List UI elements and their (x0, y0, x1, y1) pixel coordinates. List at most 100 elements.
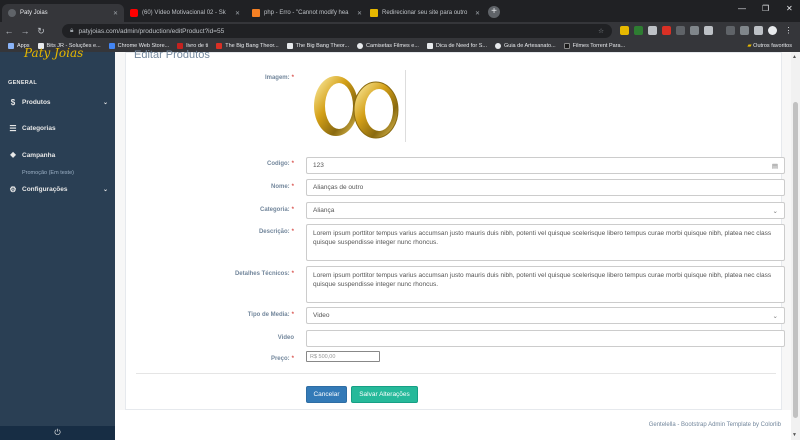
bookmark-item[interactable]: The Big Bang Theor... (286, 43, 349, 49)
bookmark-item[interactable]: Guia de Artesanato... (494, 43, 556, 49)
sidebar-item-categorias[interactable]: ☰ Categorias (8, 124, 108, 133)
tab-strip: Paty Joias ✕ (60) Vídeo Motivacional 02 … (0, 0, 800, 22)
bookmark-icon (494, 43, 501, 49)
bookmark-label: Guia de Artesanato... (503, 43, 556, 49)
extension-icon[interactable] (620, 26, 629, 35)
bookmarks-bar: Apps Bits JR - Soluções e... Chrome Web … (0, 40, 800, 52)
descricao-textarea[interactable]: Lorem ipsum porttitor tempus varius accu… (306, 224, 785, 261)
scrollbar-thumb[interactable] (793, 102, 798, 418)
detalhes-value: Lorem ipsum porttitor tempus varius accu… (313, 272, 772, 288)
required-mark: * (291, 207, 294, 213)
scroll-down-icon[interactable]: ▼ (792, 432, 797, 438)
tab-title: php - Erro - "Cannot modify hea (264, 10, 349, 16)
tab-title: (60) Vídeo Motivacional 02 - Sk (142, 10, 226, 16)
save-button[interactable]: Salvar Alterações (351, 386, 418, 403)
avatar[interactable] (768, 26, 777, 35)
forward-icon[interactable]: → (18, 26, 32, 36)
close-icon[interactable]: ✕ (231, 10, 240, 17)
browser-tab-3[interactable]: php - Erro - "Cannot modify hea ✕ (246, 4, 368, 22)
sidebar-item-configuracoes[interactable]: ⚙ Configurações ⌄ (8, 185, 108, 194)
codigo-label: Codigo: * (126, 161, 294, 167)
tipo-media-select[interactable]: Video ⌄ (306, 307, 785, 324)
power-icon: ⏻ (54, 428, 61, 437)
preco-input[interactable]: R$ 500,00 (306, 351, 380, 362)
extension-icon[interactable] (690, 26, 699, 35)
close-icon[interactable]: ✕ (471, 10, 480, 17)
brand-logo[interactable]: Paty Joias (24, 46, 83, 60)
url-text: patyjoias.com/admin/production/editProdu… (78, 27, 225, 35)
bookmark-icon (426, 43, 433, 49)
preco-label: Preço: * (126, 356, 294, 362)
detalhes-textarea[interactable]: Lorem ipsum porttitor tempus varius accu… (306, 266, 785, 303)
close-icon[interactable]: ✕ (109, 10, 118, 17)
extension-icon[interactable] (726, 26, 735, 35)
chevron-down-icon: ⌄ (772, 312, 778, 320)
video-label: Video (126, 335, 294, 341)
sidebar-item-produtos[interactable]: $ Produtos ⌄ (8, 98, 108, 107)
bookmark-label: Filmes Torrent Para... (572, 43, 626, 49)
bookmark-item[interactable]: Dica de Need for S... (426, 43, 487, 49)
extension-icon[interactable] (634, 26, 643, 35)
label-text: Categoria: (259, 207, 290, 213)
gear-icon: ⚙ (9, 185, 17, 194)
required-mark: * (291, 271, 294, 277)
page-footer: Gentelella - Bootstrap Admin Template by… (115, 410, 791, 440)
tab-title: Redirecionar seu site para outro (382, 10, 468, 16)
descricao-value: Lorem ipsum porttitor tempus varius accu… (313, 230, 772, 246)
bookmark-item[interactable]: Camisetas Filmes e... (357, 43, 419, 49)
required-mark: * (291, 161, 294, 167)
browser-tab-2[interactable]: (60) Vídeo Motivacional 02 - Sk ✕ (124, 4, 246, 22)
other-bookmarks-label: Outros favoritos (753, 43, 792, 49)
bookmark-icon (357, 43, 364, 49)
edit-product-panel: Editar Produtos Imagem: * Codigo: * 123 ▤ … (125, 49, 785, 410)
extension-icon[interactable] (740, 26, 749, 35)
address-bar[interactable]: 🔒︎ patyjoias.com/admin/production/editPr… (62, 24, 612, 38)
product-image[interactable] (306, 70, 406, 142)
categoria-value: Aliança (313, 207, 335, 214)
required-mark: * (291, 312, 294, 318)
other-bookmarks[interactable]: ▰ Outros favoritos (747, 43, 792, 49)
label-text: Imagem: (264, 75, 290, 81)
window-close-icon[interactable]: ✕ (786, 4, 793, 13)
categoria-select[interactable]: Aliança ⌄ (306, 202, 785, 219)
nome-value: Alianças de outro (313, 184, 364, 191)
extension-icon[interactable] (662, 26, 671, 35)
required-mark: * (291, 229, 294, 235)
minimize-icon[interactable]: — (738, 4, 746, 13)
back-icon[interactable]: ← (2, 26, 16, 36)
sidebar-item-campanha[interactable]: ⬥ Campanha (8, 150, 108, 160)
tag-icon: ⬥ (10, 150, 16, 159)
gold-rings-image (314, 76, 399, 139)
youtube-icon (130, 9, 138, 17)
browser-tab-1[interactable]: Paty Joias ✕ (2, 4, 124, 22)
nome-input[interactable]: Alianças de outro (306, 179, 785, 196)
vertical-scrollbar[interactable]: ▲ ▼ (791, 52, 800, 440)
bookmark-star-icon[interactable]: ☆ (598, 27, 604, 35)
extension-icon[interactable] (754, 26, 763, 35)
new-tab-button[interactable]: + (488, 6, 500, 18)
codigo-input[interactable]: 123 ▤ (306, 157, 785, 174)
sidebar-subitem-promocao[interactable]: Promoção (Em teste) (22, 170, 74, 176)
extension-icon[interactable] (648, 26, 657, 35)
maximize-icon[interactable]: ❐ (762, 4, 769, 13)
menu-dots-icon[interactable]: ⋮ (784, 26, 793, 35)
logout-button[interactable]: ⏻ (0, 426, 115, 440)
cancel-button[interactable]: Cancelar (306, 386, 347, 403)
scroll-up-icon[interactable]: ▲ (792, 54, 797, 60)
reload-icon[interactable]: ↻ (34, 26, 48, 37)
video-input[interactable] (306, 330, 785, 347)
footer-text: Gentelella - Bootstrap Admin Template by… (648, 422, 781, 428)
close-icon[interactable]: ✕ (353, 10, 362, 17)
nome-label: Nome: * (126, 184, 294, 190)
crown-icon (370, 9, 378, 17)
extension-icon[interactable] (676, 26, 685, 35)
globe-icon (8, 9, 16, 17)
clipboard-icon[interactable]: ▤ (772, 162, 778, 170)
chevron-down-icon: ⌄ (102, 187, 108, 193)
lock-icon: 🔒︎ (70, 27, 74, 34)
bookmark-item[interactable]: The Big Bang Theor... (216, 43, 279, 49)
extension-icon[interactable] (704, 26, 713, 35)
label-text: Detalhes Técnicos: (234, 271, 290, 277)
browser-tab-4[interactable]: Redirecionar seu site para outro ✕ (364, 4, 486, 22)
bookmark-item[interactable]: Filmes Torrent Para... (563, 43, 626, 49)
